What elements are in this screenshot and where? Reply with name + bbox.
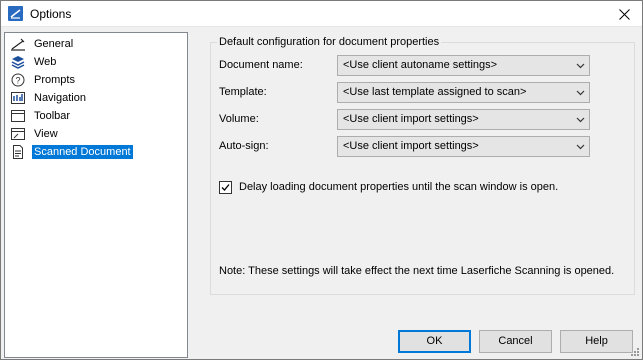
help-button[interactable]: Help — [560, 330, 633, 353]
chevron-down-icon — [576, 144, 585, 150]
tree-item-web[interactable]: Web — [10, 53, 185, 71]
chevron-down-icon — [576, 90, 585, 96]
tree-item-label: Navigation — [34, 92, 86, 104]
checkmark-icon — [221, 184, 230, 191]
close-icon — [618, 8, 630, 20]
dropdown-value: <Use client autoname settings> — [343, 59, 498, 71]
tree-item-navigation[interactable]: Navigation — [10, 89, 185, 107]
cancel-button[interactable]: Cancel — [479, 330, 552, 353]
navigation-icon — [10, 90, 26, 106]
volume-dropdown[interactable]: <Use client import settings> — [337, 109, 590, 130]
tree-item-label: View — [34, 128, 58, 140]
category-tree[interactable]: General Web ? Prompts Navigation Toolbar… — [4, 32, 188, 358]
close-button[interactable] — [606, 1, 642, 27]
tree-item-general[interactable]: General — [10, 35, 185, 53]
tree-item-label: Prompts — [34, 74, 75, 86]
title-bar: Options — [1, 1, 642, 27]
ok-button[interactable]: OK — [398, 330, 471, 353]
volume-label: Volume: — [219, 113, 259, 125]
document-icon — [10, 144, 26, 160]
svg-text:?: ? — [15, 76, 20, 86]
tree-item-toolbar[interactable]: Toolbar — [10, 107, 185, 125]
tree-item-label: General — [34, 38, 74, 50]
dropdown-value: <Use last template assigned to scan> — [343, 86, 527, 98]
tree-item-label: Scanned Document — [32, 145, 133, 159]
delay-loading-checkbox[interactable] — [219, 181, 232, 194]
web-icon — [10, 54, 26, 70]
tree-item-label: Toolbar — [34, 110, 71, 122]
chevron-down-icon — [576, 117, 585, 123]
tree-item-view[interactable]: View — [10, 125, 185, 143]
template-dropdown[interactable]: <Use last template assigned to scan> — [337, 82, 590, 103]
tree-item-label: Web — [34, 56, 57, 68]
tree-item-prompts[interactable]: ? Prompts — [10, 71, 185, 89]
options-dialog: Options General Web ? Prompts Navigation… — [0, 0, 643, 360]
general-icon — [10, 36, 26, 52]
window-title: Options — [30, 7, 72, 21]
settings-note: Note: These settings will take effect th… — [219, 265, 615, 277]
document-name-label: Document name: — [219, 59, 303, 71]
chevron-down-icon — [576, 63, 585, 69]
template-label: Template: — [219, 86, 267, 98]
auto-sign-label: Auto-sign: — [219, 140, 269, 152]
auto-sign-dropdown[interactable]: <Use client import settings> — [337, 136, 590, 157]
delay-loading-label[interactable]: Delay loading document properties until … — [239, 181, 558, 193]
group-title: Default configuration for document prope… — [217, 36, 442, 48]
prompts-icon: ? — [10, 72, 26, 88]
view-icon — [10, 126, 26, 142]
toolbar-icon — [10, 108, 26, 124]
dropdown-value: <Use client import settings> — [343, 140, 479, 152]
dropdown-value: <Use client import settings> — [343, 113, 479, 125]
app-icon — [8, 6, 23, 21]
resize-grip-icon[interactable] — [630, 347, 640, 357]
document-name-dropdown[interactable]: <Use client autoname settings> — [337, 55, 590, 76]
document-properties-group — [210, 42, 635, 295]
tree-item-scanned-document[interactable]: Scanned Document — [10, 143, 185, 161]
